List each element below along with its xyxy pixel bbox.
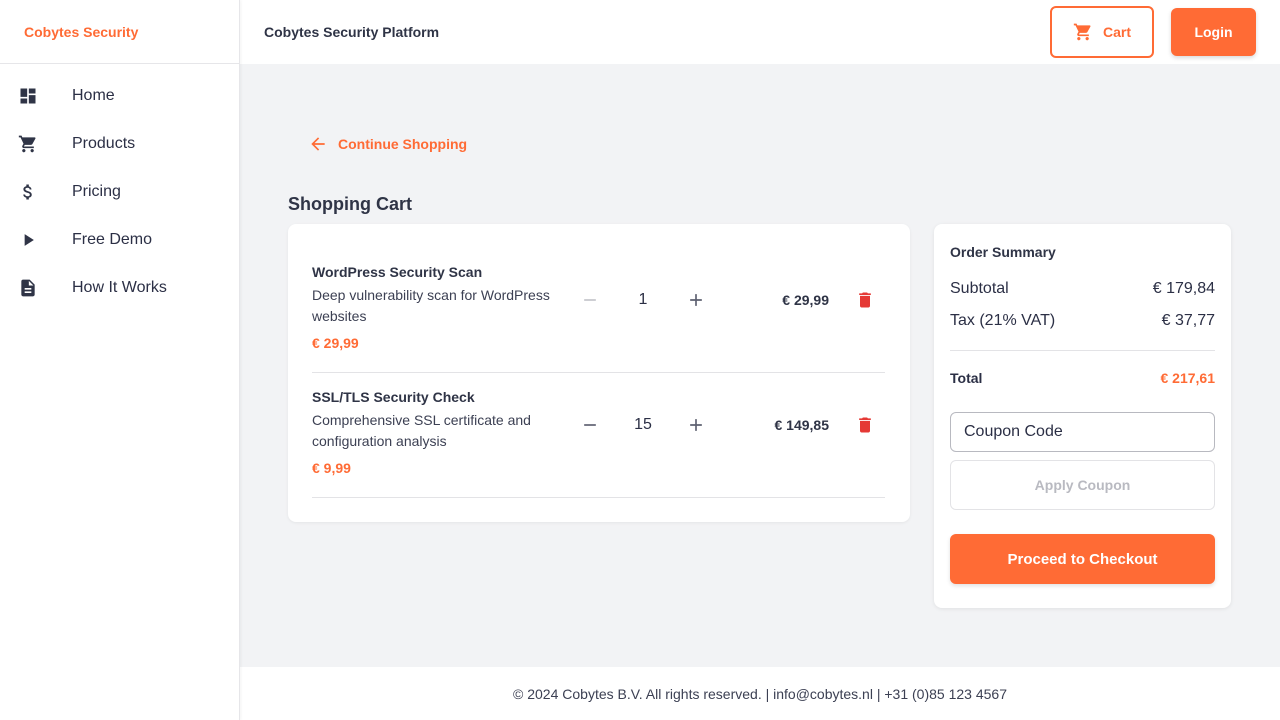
continue-shopping-label: Continue Shopping bbox=[338, 136, 468, 152]
sidebar-item-label: Home bbox=[72, 87, 115, 104]
sidebar-item-label: How It Works bbox=[72, 279, 167, 296]
quantity-value: 15 bbox=[634, 416, 652, 433]
total-label: Total bbox=[950, 370, 983, 386]
delete-item-button[interactable] bbox=[853, 413, 877, 437]
plus-icon bbox=[690, 294, 702, 306]
footer: © 2024 Cobytes B.V. All rights reserved.… bbox=[240, 667, 1280, 720]
total-row: Total € 217,61 bbox=[950, 370, 1215, 386]
brand-logo[interactable]: Cobytes Security bbox=[0, 0, 239, 64]
quantity-value: 1 bbox=[638, 291, 648, 308]
quantity-decrease-button[interactable] bbox=[578, 288, 602, 312]
cart-icon bbox=[0, 134, 72, 154]
cart-item: SSL/TLS Security Check Comprehensive SSL… bbox=[312, 373, 885, 498]
quantity-increase-button[interactable] bbox=[684, 288, 708, 312]
page-title: Cobytes Security Platform bbox=[264, 24, 440, 40]
footer-text: © 2024 Cobytes B.V. All rights reserved.… bbox=[513, 685, 1007, 702]
document-icon bbox=[0, 278, 72, 298]
plus-icon bbox=[690, 419, 702, 431]
order-summary-card: Order Summary Subtotal € 179,84 Tax (21%… bbox=[934, 224, 1231, 608]
item-unit-price: € 29,99 bbox=[312, 335, 359, 351]
order-summary-title: Order Summary bbox=[950, 244, 1056, 260]
proceed-to-checkout-button[interactable]: Proceed to Checkout bbox=[950, 534, 1215, 584]
sidebar-item-how-it-works[interactable]: How It Works bbox=[0, 264, 239, 312]
sidebar: Cobytes Security Home Products Pricing F… bbox=[0, 0, 240, 720]
item-total: € 149,85 bbox=[774, 417, 830, 433]
summary-divider bbox=[950, 350, 1215, 351]
coupon-code-input[interactable] bbox=[950, 412, 1215, 452]
arrow-left-icon bbox=[308, 134, 328, 154]
cart-items-card: WordPress Security Scan Deep vulnerabili… bbox=[288, 224, 910, 522]
item-description: Comprehensive SSL certificate and config… bbox=[312, 412, 531, 449]
continue-shopping-link[interactable]: Continue Shopping bbox=[308, 132, 467, 156]
sidebar-item-label: Pricing bbox=[72, 183, 121, 200]
trash-icon bbox=[859, 417, 871, 433]
total-value: € 217,61 bbox=[1160, 370, 1216, 386]
item-total: € 29,99 bbox=[782, 292, 829, 308]
item-name: WordPress Security Scan bbox=[312, 264, 483, 280]
trash-icon bbox=[859, 292, 871, 308]
subtotal-label: Subtotal bbox=[950, 280, 1009, 297]
sidebar-item-label: Free Demo bbox=[72, 231, 153, 248]
tax-value: € 37,77 bbox=[1161, 312, 1215, 329]
subtotal-row: Subtotal € 179,84 bbox=[950, 280, 1215, 298]
cart-icon bbox=[1073, 22, 1093, 42]
sidebar-item-pricing[interactable]: Pricing bbox=[0, 168, 239, 216]
dashboard-icon bbox=[0, 86, 72, 106]
item-unit-price: € 9,99 bbox=[312, 460, 351, 476]
shopping-cart-heading: Shopping Cart bbox=[288, 194, 412, 214]
top-bar: Cobytes Security Platform Cart Login bbox=[240, 0, 1280, 64]
quantity-decrease-button[interactable] bbox=[578, 413, 602, 437]
cart-button-label: Cart bbox=[1102, 24, 1131, 40]
dollar-icon bbox=[0, 182, 72, 202]
cart-item: WordPress Security Scan Deep vulnerabili… bbox=[312, 248, 885, 373]
sidebar-item-free-demo[interactable]: Free Demo bbox=[0, 216, 239, 264]
login-button[interactable]: Login bbox=[1171, 8, 1256, 56]
tax-label: Tax (21% VAT) bbox=[950, 312, 1056, 329]
sidebar-item-home[interactable]: Home bbox=[0, 72, 239, 120]
play-icon bbox=[0, 230, 72, 250]
item-description: Deep vulnerability scan for WordPress we… bbox=[312, 287, 550, 324]
delete-item-button[interactable] bbox=[853, 288, 877, 312]
sidebar-item-label: Products bbox=[72, 135, 136, 152]
subtotal-value: € 179,84 bbox=[1152, 280, 1215, 297]
sidebar-item-products[interactable]: Products bbox=[0, 120, 239, 168]
minus-icon bbox=[584, 424, 596, 426]
apply-coupon-button[interactable]: Apply Coupon bbox=[950, 460, 1215, 510]
cart-button[interactable]: Cart bbox=[1050, 6, 1154, 58]
minus-icon bbox=[584, 299, 596, 301]
tax-row: Tax (21% VAT) € 37,77 bbox=[950, 312, 1215, 330]
quantity-increase-button[interactable] bbox=[684, 413, 708, 437]
item-name: SSL/TLS Security Check bbox=[312, 389, 475, 405]
sidebar-nav: Home Products Pricing Free Demo How It W… bbox=[0, 64, 239, 312]
